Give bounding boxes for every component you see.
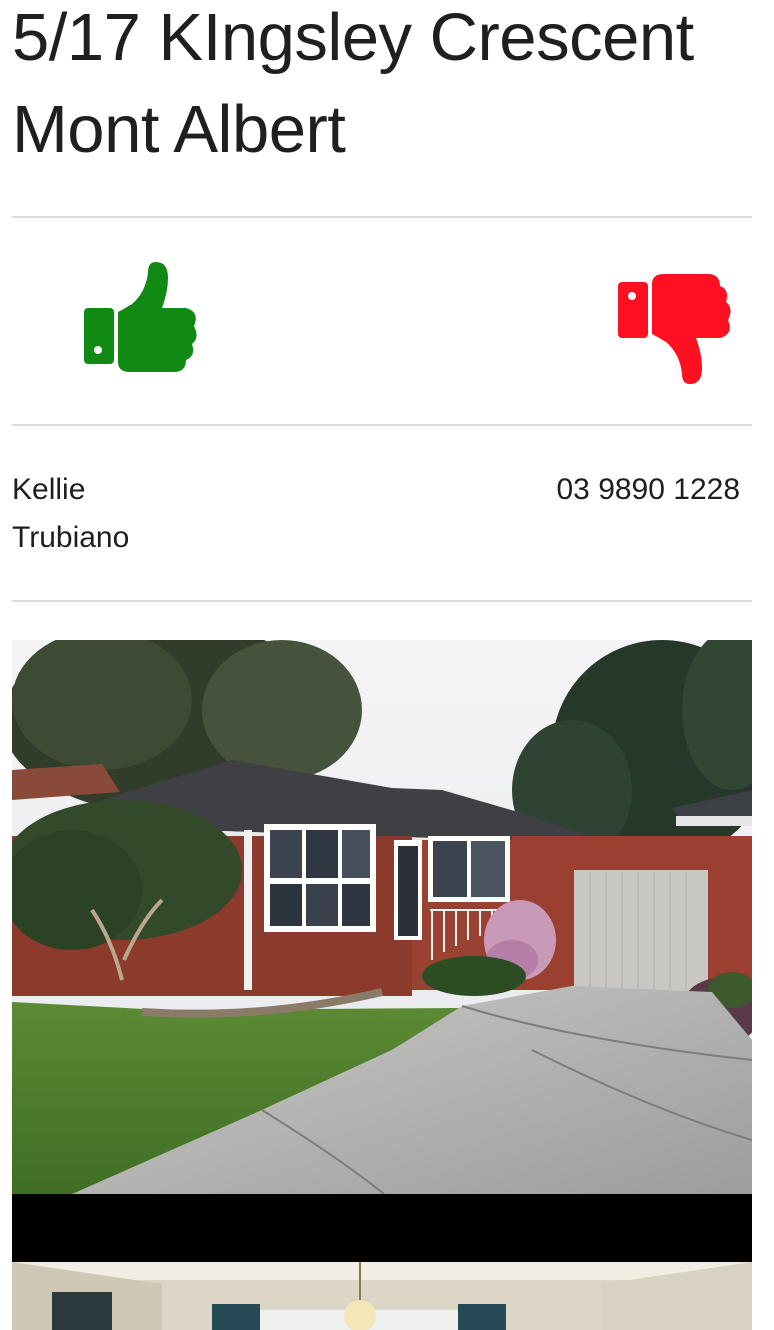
listing-photo-exterior[interactable] (12, 640, 752, 1194)
agent-name: Kellie Trubiano (12, 466, 212, 562)
listing-address-title: 5/17 KIngsley Crescent Mont Albert (12, 0, 752, 176)
like-button[interactable] (82, 262, 200, 378)
address-line-1: 5/17 KIngsley Crescent (12, 0, 694, 75)
exterior-photo-image (12, 640, 752, 1194)
listing-photo-interior[interactable] (12, 1262, 752, 1330)
agent-contact: Kellie Trubiano 03 9890 1228 (12, 466, 752, 566)
dislike-button[interactable] (616, 272, 734, 388)
divider (12, 600, 752, 602)
address-line-2: Mont Albert (12, 92, 346, 167)
agent-phone-link[interactable]: 03 9890 1228 (556, 466, 740, 514)
agent-last-name: Trubiano (12, 521, 130, 554)
interior-photo-image (12, 1262, 752, 1330)
thumbs-up-icon (84, 262, 197, 372)
vote-row (12, 218, 752, 424)
divider (12, 424, 752, 426)
agent-first-name: Kellie (12, 473, 86, 506)
photo-caption-band (12, 1194, 752, 1262)
thumbs-down-icon (618, 274, 731, 384)
